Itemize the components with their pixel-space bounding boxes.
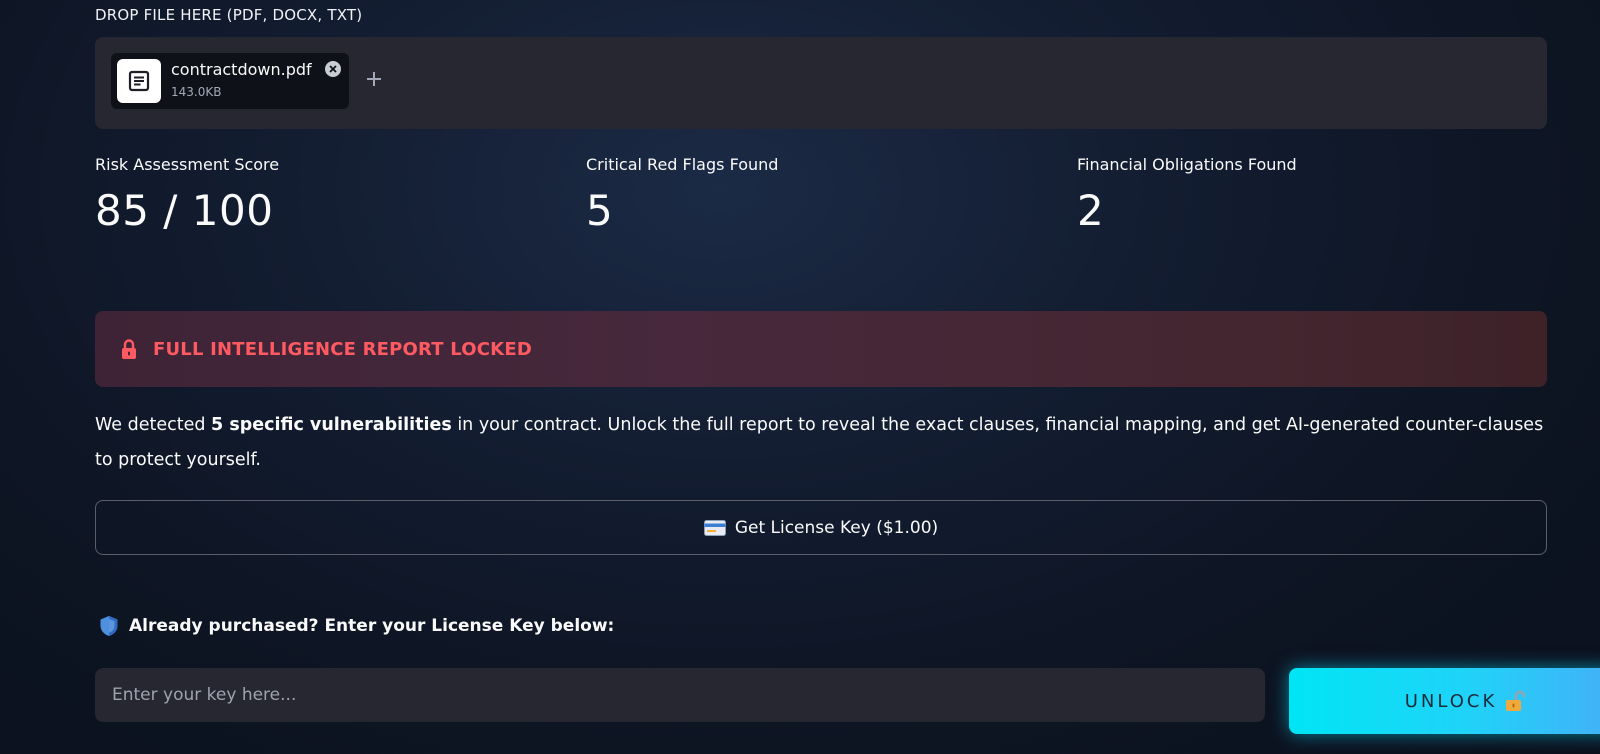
license-key-input[interactable]	[95, 668, 1265, 722]
already-purchased-heading: Already purchased? Enter your License Ke…	[99, 615, 614, 637]
close-circle-icon[interactable]	[325, 61, 341, 77]
lock-icon	[121, 336, 139, 362]
report-locked-banner: FULL INTELLIGENCE REPORT LOCKED	[95, 311, 1547, 387]
unlock-button-label: UNLOCK	[1404, 690, 1498, 712]
metric-label: Critical Red Flags Found	[586, 155, 779, 174]
credit-card-icon	[703, 519, 726, 536]
metric-value: 85 / 100	[95, 186, 274, 235]
metric-risk-score: Risk Assessment Score 85 / 100	[95, 155, 555, 235]
metric-label: Financial Obligations Found	[1077, 155, 1297, 174]
metric-label: Risk Assessment Score	[95, 155, 280, 174]
file-name: contractdown.pdf	[171, 60, 312, 79]
metric-value: 2	[1077, 186, 1105, 235]
get-license-key-button[interactable]: Get License Key ($1.00)	[95, 500, 1547, 555]
shield-icon	[99, 615, 119, 637]
vulnerability-description: We detected 5 specific vulnerabilities i…	[95, 408, 1547, 478]
metric-financial-obligations: Financial Obligations Found 2	[1077, 155, 1537, 235]
metric-red-flags: Critical Red Flags Found 5	[586, 155, 1046, 235]
file-dropzone[interactable]: contractdown.pdf 143.0KB	[95, 37, 1547, 129]
locked-banner-text: FULL INTELLIGENCE REPORT LOCKED	[153, 338, 532, 360]
unlock-button[interactable]: UNLOCK	[1289, 668, 1600, 734]
upload-label: DROP FILE HERE (PDF, DOCX, TXT)	[95, 6, 363, 24]
description-prefix: We detected	[95, 415, 212, 435]
metric-value: 5	[586, 186, 614, 235]
description-highlight: 5 specific vulnerabilities	[211, 415, 452, 435]
license-button-label: Get License Key ($1.00)	[734, 517, 939, 538]
uploaded-file-chip: contractdown.pdf 143.0KB	[111, 53, 349, 109]
unlocked-padlock-icon	[1505, 690, 1526, 712]
plus-icon[interactable]	[365, 65, 383, 93]
document-icon	[117, 59, 161, 103]
already-purchased-text: Already purchased? Enter your License Ke…	[129, 616, 615, 636]
file-size: 143.0KB	[171, 85, 222, 99]
